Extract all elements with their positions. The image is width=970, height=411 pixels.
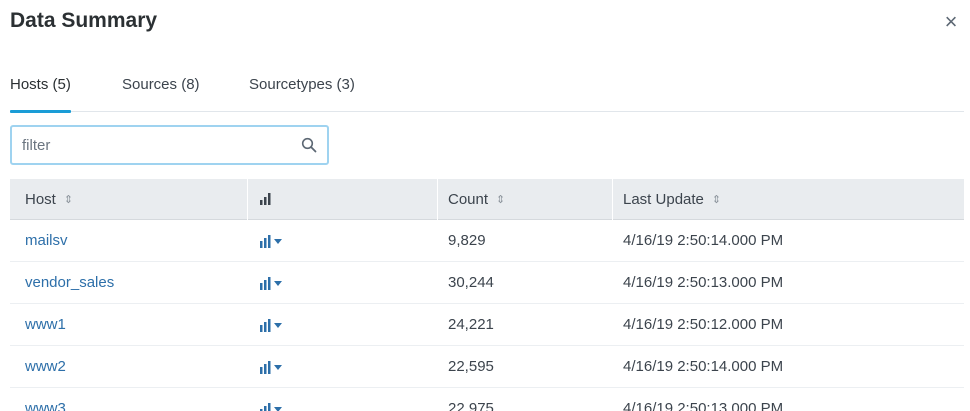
dialog-title: Data Summary	[10, 9, 158, 32]
tab-bar: Hosts (5) Sources (8) Sourcetypes (3)	[10, 76, 964, 113]
event-count: 9,829	[448, 232, 486, 249]
host-link[interactable]: www2	[25, 346, 66, 388]
table-row: www3 22,975 4/16/19 2:50:13.000 PM	[10, 388, 964, 411]
column-divider	[247, 179, 248, 220]
last-update: 4/16/19 2:50:14.000 PM	[623, 358, 784, 375]
tab-sources[interactable]: Sources (8)	[122, 76, 200, 112]
sort-icon: ⇕	[63, 193, 74, 206]
sparkline-dropdown-icon[interactable]	[260, 360, 290, 374]
sparkline-dropdown-icon[interactable]	[260, 402, 290, 411]
last-update: 4/16/19 2:50:13.000 PM	[623, 274, 784, 291]
table-row: mailsv 9,829 4/16/19 2:50:14.000 PM	[10, 220, 964, 262]
column-header-host[interactable]: Host ⇕	[25, 179, 73, 220]
tab-sourcetypes[interactable]: Sourcetypes (3)	[249, 76, 355, 112]
search-icon[interactable]	[301, 137, 317, 153]
table-row: www2 22,595 4/16/19 2:50:14.000 PM	[10, 346, 964, 388]
column-divider	[612, 179, 613, 220]
bar-chart-icon	[260, 193, 271, 205]
last-update: 4/16/19 2:50:13.000 PM	[623, 400, 784, 411]
table-row: www1 24,221 4/16/19 2:50:12.000 PM	[10, 304, 964, 346]
host-link[interactable]: mailsv	[25, 220, 68, 262]
close-icon[interactable]: ×	[943, 11, 959, 33]
host-link[interactable]: www1	[25, 304, 66, 346]
filter-box	[10, 125, 329, 165]
last-update: 4/16/19 2:50:14.000 PM	[623, 232, 784, 249]
column-header-count-label: Count	[448, 191, 489, 208]
tab-hosts[interactable]: Hosts (5)	[10, 76, 71, 113]
last-update: 4/16/19 2:50:12.000 PM	[623, 316, 784, 333]
column-header-last-update[interactable]: Last Update ⇕	[623, 179, 721, 220]
sparkline-dropdown-icon[interactable]	[260, 234, 290, 248]
column-divider	[437, 179, 438, 220]
host-link[interactable]: www3	[25, 388, 66, 411]
sparkline-dropdown-icon[interactable]	[260, 276, 290, 290]
column-header-host-label: Host	[25, 191, 56, 208]
column-header-last-update-label: Last Update	[623, 191, 704, 208]
column-header-count[interactable]: Count ⇕	[448, 179, 505, 220]
table-header: Host ⇕ Count ⇕ Last Update ⇕	[10, 179, 964, 220]
sort-icon: ⇕	[711, 193, 722, 206]
sort-icon: ⇕	[496, 193, 506, 206]
event-count: 30,244	[448, 274, 494, 291]
filter-input[interactable]	[12, 127, 297, 163]
event-count: 22,975	[448, 400, 494, 411]
hosts-table: Host ⇕ Count ⇕ Last Update ⇕ mailsv 9,829 4…	[10, 179, 964, 411]
table-row: vendor_sales 30,244 4/16/19 2:50:13.000 …	[10, 262, 964, 304]
host-link[interactable]: vendor_sales	[25, 262, 114, 304]
event-count: 22,595	[448, 358, 494, 375]
event-count: 24,221	[448, 316, 494, 333]
sparkline-dropdown-icon[interactable]	[260, 318, 290, 332]
